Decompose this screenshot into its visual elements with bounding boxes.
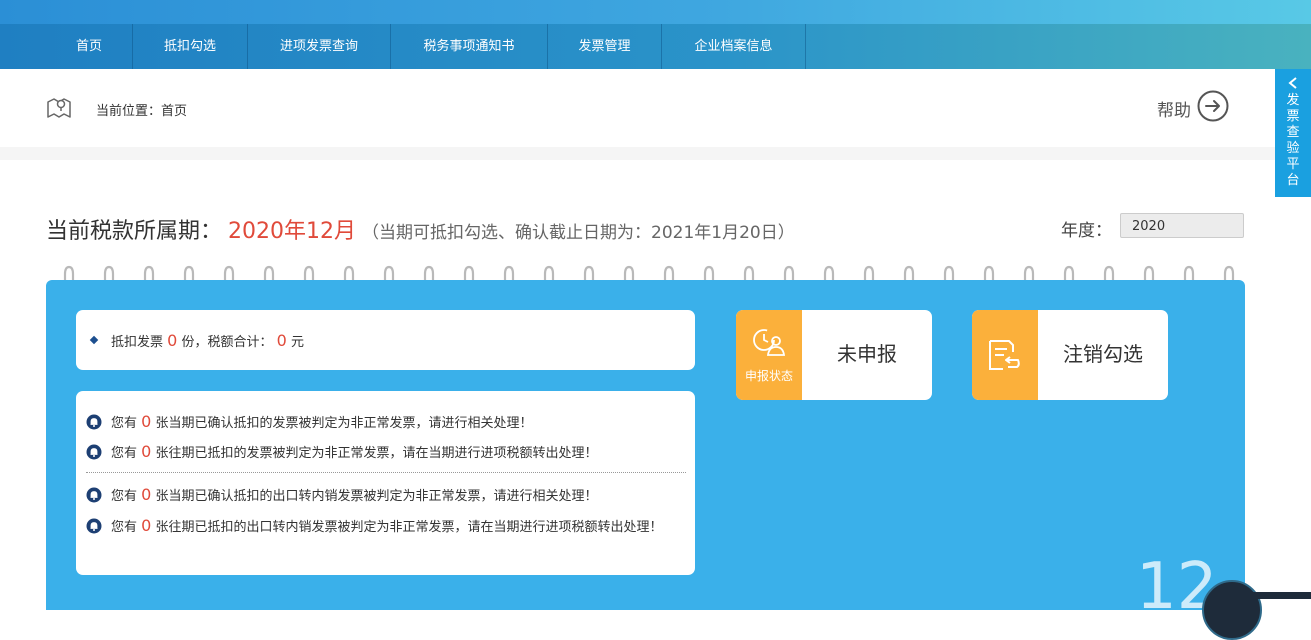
notice-count: 0 (141, 516, 152, 535)
location-map-icon (46, 96, 72, 124)
bell-icon (86, 414, 102, 437)
nav-company-profile[interactable]: 企业档案信息 (662, 24, 806, 69)
deduction-summary-card: 抵扣发票 0 份，税额合计： 0 元 (76, 310, 695, 370)
help-button[interactable]: 帮助 (1157, 90, 1229, 126)
invoice-count: 0 (167, 331, 178, 350)
nav-input-invoice-query[interactable]: 进项发票查询 (248, 24, 391, 69)
divider-band (0, 147, 1311, 160)
notice-count: 0 (141, 485, 152, 504)
tax-amount: 0 (276, 331, 287, 350)
calendar-panel: 抵扣发票 0 份，税额合计： 0 元 您有 0 张当期已确认抵扣的发票被判定为非… (46, 280, 1245, 610)
arrow-right-circle-icon (1197, 90, 1229, 126)
bell-icon (86, 444, 102, 467)
tax-period-value: 2020年12月 (228, 219, 356, 244)
nav-invoice-management[interactable]: 发票管理 (548, 24, 662, 69)
document-return-icon (987, 338, 1023, 376)
nav-home[interactable]: 首页 (46, 24, 133, 69)
floating-widget-bar (1250, 592, 1311, 599)
help-label: 帮助 (1157, 100, 1191, 121)
breadcrumb-bar (0, 69, 1311, 147)
main-nav: 首页 抵扣勾选 进项发票查询 税务事项通知书 发票管理 企业档案信息 (0, 24, 1311, 69)
top-banner-strip (0, 0, 1311, 24)
cancel-selection-label: 注销勾选 (1063, 342, 1143, 366)
abnormal-invoice-notices: 您有 0 张当期已确认抵扣的发票被判定为非正常发票，请进行相关处理！ 您有 0 … (76, 391, 695, 575)
chevron-left-icon (1283, 75, 1303, 94)
cancel-selection-badge (972, 310, 1038, 400)
year-select[interactable]: 2020 (1120, 213, 1244, 238)
year-label: 年度： (1061, 221, 1112, 241)
side-tab-label: 发票查验平台 (1286, 93, 1300, 188)
declaration-status-value: 未申报 (837, 342, 897, 366)
tax-period-deadline-note: （当期可抵扣勾选、确认截止日期为：2021年1月20日） (362, 223, 795, 243)
nav-deduction-select[interactable]: 抵扣勾选 (133, 24, 248, 69)
diamond-bullet-icon (89, 335, 99, 345)
nav-tax-notice[interactable]: 税务事项通知书 (391, 24, 548, 69)
declaration-status-badge: 申报状态 (736, 310, 802, 400)
tax-period-label: 当前税款所属期： (46, 219, 223, 244)
invoice-verify-side-tab[interactable]: 发票查验平台 (1275, 69, 1311, 197)
declaration-status-card[interactable]: 申报状态 未申报 (736, 310, 932, 400)
breadcrumb: 当前位置：首页 (96, 104, 188, 119)
notice-count: 0 (141, 412, 152, 431)
bell-icon (86, 518, 102, 541)
floating-gauge-widget[interactable] (1202, 580, 1262, 640)
tax-period: 当前税款所属期： 2020年12月 （当期可抵扣勾选、确认截止日期为：2021年1月… (46, 213, 795, 245)
cancel-selection-card[interactable]: 注销勾选 (972, 310, 1168, 400)
notice-count: 0 (141, 442, 152, 461)
deduction-summary: 抵扣发票 0 份，税额合计： 0 元 (111, 331, 304, 350)
dotted-divider (86, 472, 686, 473)
declaration-status-sub-label: 申报状态 (744, 369, 793, 383)
user-clock-icon (752, 327, 786, 363)
bell-icon (86, 487, 102, 510)
